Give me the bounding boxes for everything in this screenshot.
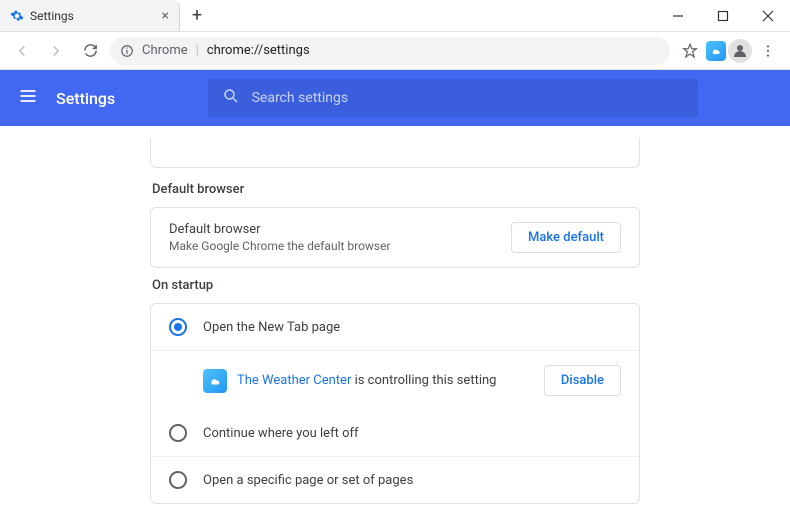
extension-link[interactable]: The Weather Center (237, 373, 351, 388)
section-startup-heading: On startup (152, 278, 640, 293)
menu-button[interactable] (754, 37, 782, 65)
close-icon[interactable]: × (162, 8, 169, 24)
radio-icon (169, 424, 187, 442)
gear-icon (10, 9, 24, 23)
weather-icon (203, 369, 227, 393)
url-path: chrome://settings (207, 43, 310, 58)
startup-card: Open the New Tab page The Weather Center… (150, 303, 640, 504)
site-info-icon (120, 44, 134, 58)
section-default-browser-heading: Default browser (152, 182, 640, 197)
startup-option-specific[interactable]: Open a specific page or set of pages (151, 456, 639, 503)
bookmark-star-icon[interactable] (676, 37, 704, 65)
prev-card-edge (150, 138, 640, 168)
disable-button[interactable]: Disable (544, 365, 621, 396)
forward-button[interactable] (42, 37, 70, 65)
browser-toolbar: Chrome | chrome://settings (0, 32, 790, 70)
default-browser-card: Default browser Make Google Chrome the d… (150, 207, 640, 268)
url-separator: | (196, 43, 199, 58)
radio-icon (169, 471, 187, 489)
url-origin: Chrome (142, 43, 188, 58)
make-default-button[interactable]: Make default (511, 222, 621, 253)
window-titlebar: Settings × + (0, 0, 790, 32)
browser-tab[interactable]: Settings × (0, 0, 180, 31)
close-window-button[interactable] (745, 0, 790, 32)
startup-option-newtab-label: Open the New Tab page (203, 320, 340, 335)
startup-option-specific-label: Open a specific page or set of pages (203, 473, 413, 488)
tab-title: Settings (30, 9, 74, 23)
minimize-button[interactable] (655, 0, 700, 32)
settings-header: Settings (0, 70, 790, 126)
settings-search[interactable] (208, 79, 698, 117)
search-icon (222, 87, 240, 109)
hamburger-icon[interactable] (18, 86, 38, 110)
window-controls (655, 0, 790, 31)
radio-selected-icon (169, 318, 187, 336)
reload-button[interactable] (76, 37, 104, 65)
startup-option-continue[interactable]: Continue where you left off (151, 410, 639, 456)
profile-avatar[interactable] (728, 39, 752, 63)
extension-suffix: is controlling this setting (351, 373, 496, 388)
search-input[interactable] (252, 90, 684, 106)
startup-extension-notice: The Weather Center is controlling this s… (151, 350, 639, 410)
extension-icon[interactable] (706, 41, 726, 61)
startup-option-newtab[interactable]: Open the New Tab page (151, 304, 639, 350)
maximize-button[interactable] (700, 0, 745, 32)
address-bar[interactable]: Chrome | chrome://settings (110, 37, 670, 65)
back-button[interactable] (8, 37, 36, 65)
page-title: Settings (56, 89, 115, 108)
startup-option-continue-label: Continue where you left off (203, 426, 359, 441)
new-tab-button[interactable]: + (180, 0, 214, 31)
default-browser-title: Default browser (169, 222, 391, 237)
default-browser-sub: Make Google Chrome the default browser (169, 239, 391, 253)
settings-content[interactable]: Default browser Default browser Make Goo… (0, 126, 790, 509)
